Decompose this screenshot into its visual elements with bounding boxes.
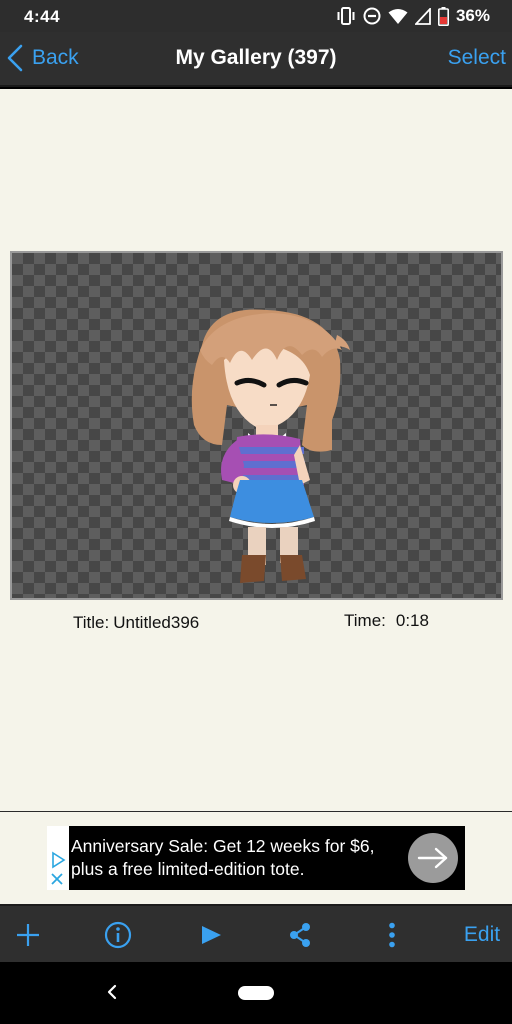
add-button[interactable] (8, 906, 48, 964)
item-title: Title: Untitled396 (73, 613, 199, 633)
system-back-button[interactable] (104, 982, 120, 1007)
play-button[interactable] (191, 906, 231, 964)
chevron-left-icon (107, 984, 117, 1000)
more-button[interactable] (372, 906, 412, 964)
vibrate-icon (337, 7, 355, 25)
wifi-icon (388, 8, 408, 24)
battery-percent: 36% (455, 6, 490, 25)
animation-preview[interactable] (10, 251, 503, 600)
signal-icon (414, 7, 431, 25)
bottom-toolbar: Edit (0, 904, 512, 962)
status-time: 4:44 (24, 7, 61, 26)
system-navigation-bar (0, 962, 512, 1024)
title-value: Untitled396 (113, 613, 200, 632)
do-not-disturb-icon (363, 7, 381, 25)
more-icon (389, 922, 395, 948)
play-icon (202, 926, 221, 944)
share-icon (290, 923, 310, 947)
ad-text: Anniversary Sale: Get 12 weeks for $6, p… (71, 836, 375, 879)
page-title: My Gallery (397) (175, 46, 337, 69)
item-time: Time: 0:18 (344, 611, 429, 631)
arrow-right-icon (417, 847, 448, 869)
info-icon (104, 921, 132, 949)
status-bar: 4:44 36% (0, 0, 512, 32)
add-icon (17, 924, 39, 946)
system-home-button[interactable] (238, 986, 274, 1000)
ad-area: Anniversary Sale: Get 12 weeks for $6, p… (0, 811, 512, 904)
edit-button[interactable]: Edit (455, 906, 509, 964)
ad-choices[interactable] (47, 826, 69, 890)
nav-bar: Back My Gallery (397) Select (0, 32, 512, 87)
time-value: 0:18 (395, 611, 429, 630)
title-label: Title: (73, 613, 110, 632)
time-label: Time: (344, 611, 386, 630)
gallery-content: Title: Untitled396 Time: 0:18 (0, 89, 512, 811)
ad-arrow-button[interactable] (408, 833, 458, 883)
character-image (191, 309, 350, 583)
select-button[interactable]: Select (448, 46, 506, 70)
share-button[interactable] (280, 906, 320, 964)
battery-icon (437, 6, 449, 26)
info-button[interactable] (98, 906, 138, 964)
status-icons: 36% (336, 6, 490, 26)
ad-choices-icon (51, 851, 66, 885)
ad-banner[interactable]: Anniversary Sale: Get 12 weeks for $6, p… (47, 826, 465, 890)
